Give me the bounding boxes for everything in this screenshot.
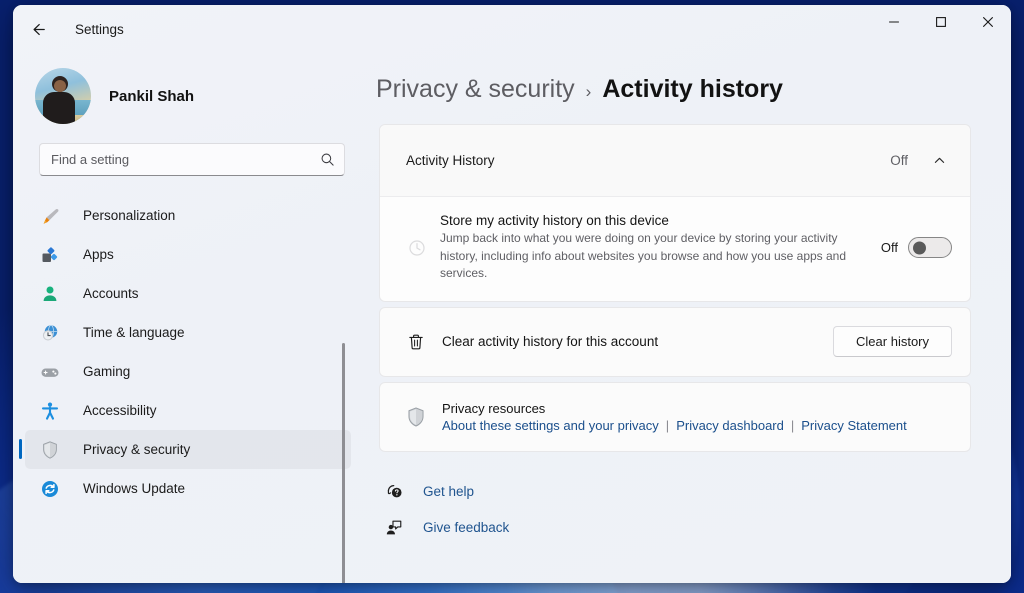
shield-icon <box>402 403 430 431</box>
privacy-resources-card: Privacy resources About these settings a… <box>379 382 971 452</box>
sidebar-item-label: Privacy & security <box>83 442 190 457</box>
sidebar-item-time-language[interactable]: Time & language <box>25 313 351 352</box>
breadcrumb-separator: › <box>586 82 592 102</box>
get-help-link[interactable]: Get help <box>381 474 1011 510</box>
store-activity-row: Store my activity history on this device… <box>380 197 970 301</box>
sidebar-item-label: Gaming <box>83 364 130 379</box>
paintbrush-icon <box>39 205 61 227</box>
page-title: Activity history <box>602 75 783 104</box>
settings-cards: Activity History Off <box>379 124 971 452</box>
sidebar-item-label: Accessibility <box>83 403 157 418</box>
maximize-icon <box>935 16 947 28</box>
search-icon[interactable] <box>320 152 335 167</box>
globe-clock-icon <box>39 322 61 344</box>
accessibility-icon <box>39 400 61 422</box>
privacy-resources-row: Privacy resources About these settings a… <box>380 383 970 451</box>
link-privacy-statement[interactable]: Privacy Statement <box>801 418 907 433</box>
search-box[interactable] <box>39 143 345 176</box>
window-title: Settings <box>75 22 124 37</box>
store-activity-description: Jump back into what you were doing on yo… <box>440 230 860 283</box>
sidebar-item-label: Time & language <box>83 325 185 340</box>
activity-history-expander[interactable]: Activity History Off <box>380 125 970 197</box>
sidebar-nav: Personalization Apps <box>13 196 361 508</box>
sidebar-item-privacy-security[interactable]: Privacy & security <box>25 430 351 469</box>
sidebar-item-label: Accounts <box>83 286 139 301</box>
update-refresh-icon <box>39 478 61 500</box>
close-button[interactable] <box>964 5 1011 39</box>
trash-icon <box>402 328 430 356</box>
sidebar: Pankil Shah <box>13 53 361 583</box>
toggle-knob <box>913 241 926 254</box>
window-controls <box>870 5 1011 53</box>
link-about-these-settings[interactable]: About these settings and your privacy <box>442 418 659 433</box>
activity-icon <box>402 233 432 263</box>
sidebar-item-label: Personalization <box>83 208 175 223</box>
maximize-button[interactable] <box>917 5 964 39</box>
sidebar-item-apps[interactable]: Apps <box>25 235 351 274</box>
store-activity-text: Store my activity history on this device… <box>440 213 867 283</box>
expander-title: Activity History <box>406 153 890 168</box>
link-separator: | <box>791 418 794 433</box>
arrow-left-icon <box>30 21 47 38</box>
clear-history-card: Clear activity history for this account … <box>379 307 971 377</box>
minimize-icon <box>888 16 900 28</box>
activity-history-card: Activity History Off <box>379 124 971 302</box>
clear-history-button[interactable]: Clear history <box>833 326 952 357</box>
clear-history-label: Clear activity history for this account <box>442 334 833 349</box>
profile-row[interactable]: Pankil Shah <box>13 57 361 135</box>
breadcrumb: Privacy & security › Activity history <box>361 53 1011 104</box>
apps-icon <box>39 244 61 266</box>
sidebar-scrollbar[interactable] <box>342 343 345 583</box>
avatar <box>35 68 91 124</box>
store-activity-title: Store my activity history on this device <box>440 213 867 228</box>
feedback-icon <box>381 515 407 541</box>
settings-window: Settings <box>13 5 1011 583</box>
back-button[interactable] <box>21 12 55 46</box>
footer-links: Get help Give feedback <box>381 474 1011 546</box>
profile-name: Pankil Shah <box>109 88 194 105</box>
person-icon <box>39 283 61 305</box>
shield-icon <box>39 439 61 461</box>
expander-state: Off <box>890 153 908 168</box>
desktop-wallpaper: Settings <box>0 0 1024 593</box>
sidebar-item-personalization[interactable]: Personalization <box>25 196 351 235</box>
footer-link-label: Get help <box>423 484 474 499</box>
close-icon <box>982 16 994 28</box>
clear-history-row: Clear activity history for this account … <box>380 308 970 376</box>
search-input[interactable] <box>51 152 320 167</box>
minimize-button[interactable] <box>870 5 917 39</box>
store-activity-toggle-group: Off <box>881 237 952 258</box>
give-feedback-link[interactable]: Give feedback <box>381 510 1011 546</box>
privacy-resources-links: About these settings and your privacy | … <box>442 418 907 433</box>
sidebar-item-label: Apps <box>83 247 114 262</box>
sidebar-item-gaming[interactable]: Gaming <box>25 352 351 391</box>
sidebar-item-label: Windows Update <box>83 481 185 496</box>
store-activity-toggle[interactable] <box>908 237 952 258</box>
footer-link-label: Give feedback <box>423 520 509 535</box>
sidebar-item-windows-update[interactable]: Windows Update <box>25 469 351 508</box>
help-question-icon <box>381 479 407 505</box>
title-bar: Settings <box>13 5 1011 53</box>
link-privacy-dashboard[interactable]: Privacy dashboard <box>676 418 784 433</box>
privacy-resources-text: Privacy resources About these settings a… <box>442 401 907 433</box>
privacy-resources-title: Privacy resources <box>442 401 907 416</box>
toggle-state-label: Off <box>881 240 898 255</box>
breadcrumb-parent[interactable]: Privacy & security <box>376 75 575 104</box>
sidebar-item-accounts[interactable]: Accounts <box>25 274 351 313</box>
gamepad-icon <box>39 361 61 383</box>
chevron-up-icon[interactable] <box>926 148 952 174</box>
main-content: Privacy & security › Activity history Ac… <box>361 53 1011 583</box>
sidebar-item-accessibility[interactable]: Accessibility <box>25 391 351 430</box>
link-separator: | <box>666 418 669 433</box>
